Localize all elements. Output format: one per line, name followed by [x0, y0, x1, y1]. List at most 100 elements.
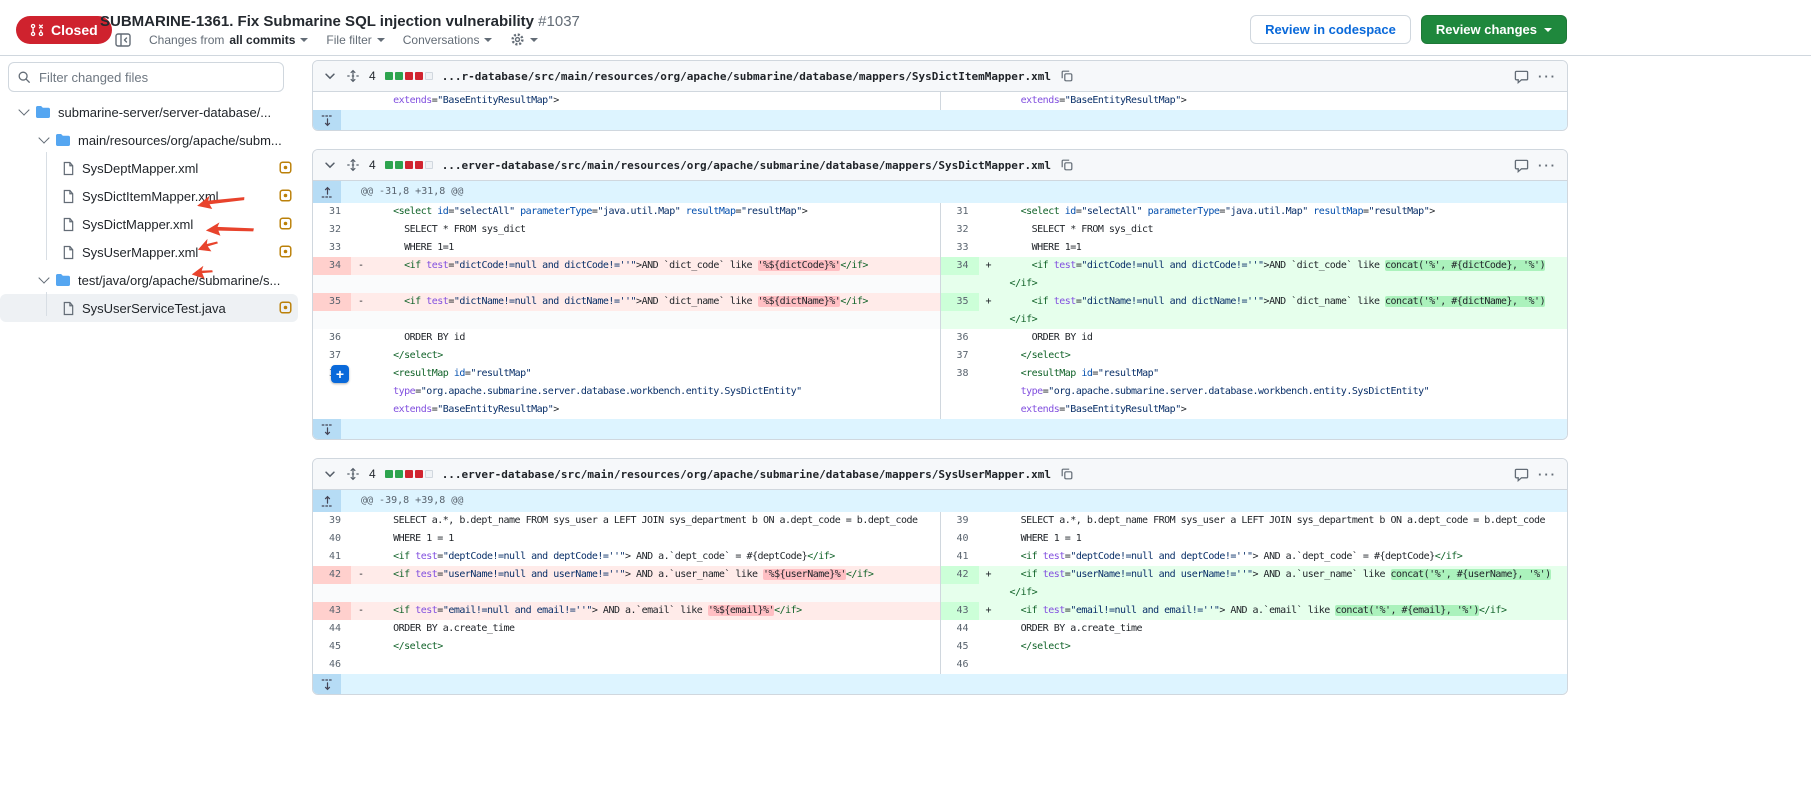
tree-file-row[interactable]: SysDictItemMapper.xml	[0, 182, 298, 210]
tree-file-row[interactable]: SysDeptMapper.xml	[0, 154, 298, 182]
file-filter-dropdown[interactable]: File filter	[326, 33, 384, 47]
line-number[interactable]	[941, 92, 979, 110]
diff-half: 31 <select id="selectAll" parameterType=…	[940, 203, 1568, 221]
comment-toggle-button[interactable]	[1514, 69, 1529, 84]
line-number[interactable]: 32	[313, 221, 351, 239]
line-number[interactable]: 46	[313, 656, 351, 674]
line-number[interactable]: 37	[941, 347, 979, 365]
file-path[interactable]: ...erver-database/src/main/resources/org…	[442, 159, 1051, 172]
drag-handle-icon[interactable]	[346, 467, 360, 481]
diff-line-row: 45 </select>45 </select>	[313, 638, 1567, 656]
line-number[interactable]: 35	[313, 293, 351, 311]
line-number[interactable]	[941, 311, 979, 329]
line-number[interactable]: 31	[313, 203, 351, 221]
tree-file-row[interactable]: SysDictMapper.xml	[0, 210, 298, 238]
line-number[interactable]: 43	[313, 602, 351, 620]
line-number[interactable]	[941, 383, 979, 401]
line-number[interactable]: 33	[941, 239, 979, 257]
line-number[interactable]	[941, 584, 979, 602]
tree-folder-row[interactable]: test/java/org/apache/submarine/s...	[0, 266, 298, 294]
add-comment-button[interactable]: +	[331, 365, 349, 383]
code-line: extends="BaseEntityResultMap">	[999, 401, 1568, 419]
line-number[interactable]	[313, 401, 351, 419]
copy-path-button[interactable]	[1060, 467, 1074, 481]
diff-half: 31 <select id="selectAll" parameterType=…	[313, 203, 940, 221]
changes-from-dropdown[interactable]: Changes from all commits	[149, 33, 308, 47]
line-number[interactable]	[313, 92, 351, 110]
kebab-menu-button[interactable]: ···	[1538, 158, 1557, 173]
line-number[interactable]: 42	[313, 566, 351, 584]
diff-half: 43+ <if test="email!=null and email!=''"…	[940, 602, 1568, 620]
diff-marker: -	[351, 257, 371, 275]
expand-down-button[interactable]	[313, 110, 341, 130]
expand-hunk-button[interactable]	[313, 490, 341, 512]
line-number[interactable]: 38	[941, 365, 979, 383]
diff-line-row: type="org.apache.submarine.server.databa…	[313, 383, 1567, 401]
tree-folder-row[interactable]: main/resources/org/apache/subm...	[0, 126, 298, 154]
hunk-header-row: @@ -39,8 +39,8 @@	[313, 490, 1567, 512]
line-number[interactable]: 32	[941, 221, 979, 239]
copy-path-button[interactable]	[1060, 69, 1074, 83]
line-number[interactable]	[941, 275, 979, 293]
line-number[interactable]: 33	[313, 239, 351, 257]
tree-file-row[interactable]: SysUserServiceTest.java	[0, 294, 298, 322]
line-number[interactable]: 34	[313, 257, 351, 275]
review-changes-button[interactable]: Review changes	[1421, 15, 1567, 44]
drag-handle-icon[interactable]	[346, 69, 360, 83]
line-number[interactable]: 37	[313, 347, 351, 365]
line-number[interactable]: 34	[941, 257, 979, 275]
diffstat-square	[395, 470, 403, 478]
conversations-dropdown[interactable]: Conversations	[403, 33, 493, 47]
copy-path-button[interactable]	[1060, 158, 1074, 172]
collapse-file-chevron[interactable]	[323, 467, 337, 481]
line-number[interactable]: 41	[313, 548, 351, 566]
diff-marker	[979, 548, 999, 566]
file-icon	[62, 161, 75, 176]
collapse-file-chevron[interactable]	[323, 158, 337, 172]
line-number[interactable]: 36	[941, 329, 979, 347]
file-path[interactable]: ...erver-database/src/main/resources/org…	[442, 468, 1051, 481]
code-line: SELECT * FROM sys_dict	[999, 221, 1568, 239]
expand-down-button[interactable]	[313, 674, 341, 694]
filter-changed-files-input[interactable]	[8, 62, 284, 92]
diff-marker	[351, 329, 371, 347]
tree-file-row[interactable]: SysUserMapper.xml	[0, 238, 298, 266]
line-number[interactable]: 44	[313, 620, 351, 638]
line-number[interactable]: 36	[313, 329, 351, 347]
chevron-down-icon	[323, 467, 337, 481]
tree-item-label: SysDictMapper.xml	[82, 217, 193, 232]
line-number[interactable]: 41	[941, 548, 979, 566]
line-number[interactable]	[941, 401, 979, 419]
line-number[interactable]: 31	[941, 203, 979, 221]
line-number[interactable]: 46	[941, 656, 979, 674]
line-number[interactable]: 35	[941, 293, 979, 311]
folder-icon	[55, 273, 71, 287]
line-number[interactable]: 39	[941, 512, 979, 530]
line-number[interactable]: 45	[313, 638, 351, 656]
diff-settings-dropdown[interactable]	[510, 32, 538, 47]
diffstat-square	[405, 470, 413, 478]
line-number[interactable]: 43	[941, 602, 979, 620]
review-in-codespace-button[interactable]: Review in codespace	[1250, 15, 1411, 44]
line-number[interactable]: 44	[941, 620, 979, 638]
diff-marker: +	[979, 566, 999, 584]
comment-toggle-button[interactable]	[1514, 158, 1529, 173]
collapse-sidebar-icon[interactable]	[115, 33, 131, 47]
expand-hunk-button[interactable]	[313, 181, 341, 203]
file-path[interactable]: ...r-database/src/main/resources/org/apa…	[442, 70, 1051, 83]
kebab-menu-button[interactable]: ···	[1538, 69, 1557, 84]
collapse-file-chevron[interactable]	[323, 69, 337, 83]
drag-handle-icon[interactable]	[346, 158, 360, 172]
kebab-menu-button[interactable]: ···	[1538, 467, 1557, 482]
expand-down-button[interactable]	[313, 419, 341, 439]
line-number[interactable]: 42	[941, 566, 979, 584]
line-number[interactable]: 40	[313, 530, 351, 548]
comment-toggle-button[interactable]	[1514, 467, 1529, 482]
tree-folder-row[interactable]: submarine-server/server-database/...	[0, 98, 298, 126]
line-number[interactable]	[313, 383, 351, 401]
line-number[interactable]: 40	[941, 530, 979, 548]
line-number[interactable]: 39	[313, 512, 351, 530]
diff-marker	[351, 239, 371, 257]
line-number[interactable]: 45	[941, 638, 979, 656]
diff-line-row: 39 SELECT a.*, b.dept_name FROM sys_user…	[313, 512, 1567, 530]
